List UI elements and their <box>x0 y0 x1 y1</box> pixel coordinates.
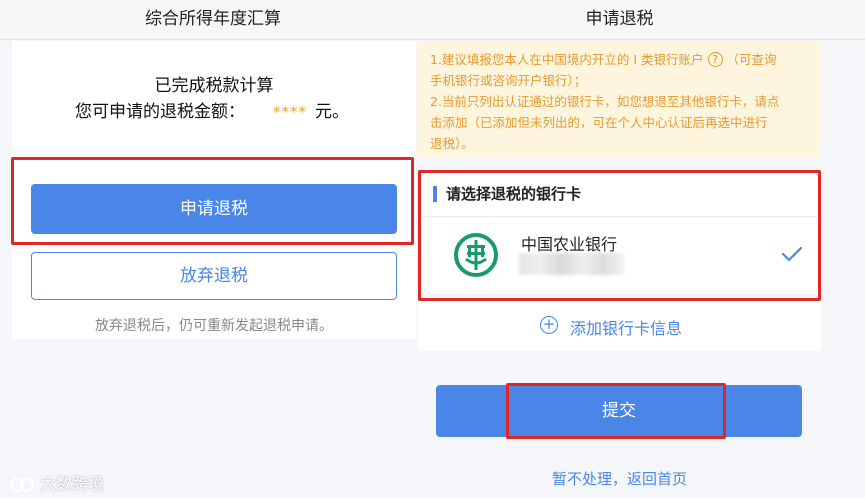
refund-label: 您可申请的退税金额： <box>75 102 245 122</box>
watermark-text: 大数跨境 <box>40 474 105 493</box>
page-title: 综合所得年度汇算 <box>145 9 281 29</box>
notice-box: 1.建议填报您本人在中国境内开立的 I 类银行账户 ? （可查询 手机银行或咨询… <box>418 41 821 157</box>
notice-line: 退税）。 <box>430 136 474 151</box>
highlight-box <box>11 157 414 245</box>
status-text: 已完成税款计算 <box>154 76 274 96</box>
give-up-refund-button[interactable]: 放弃退税 <box>31 252 397 300</box>
notice-text: 1.建议填报您本人在中国境内开立的 I 类银行账户 <box>430 52 704 67</box>
highlight-box <box>418 170 821 301</box>
notice-line: 1.建议填报您本人在中国境内开立的 I 类银行账户 ? （可查询 <box>430 49 809 70</box>
highlight-box <box>506 383 726 439</box>
add-bank-card-link[interactable]: 添加银行卡信息 <box>570 315 682 339</box>
help-icon[interactable]: ? <box>707 52 723 67</box>
notice-line: 2.当前只列出认证通过的银行卡，如您想退至其他银行卡，请点 <box>430 94 780 109</box>
watermark-logo-icon <box>8 476 36 494</box>
refund-amount-line: 您可申请的退税金额： **** 元。 <box>75 97 349 122</box>
notice-line: 手机银行或咨询开户银行）； <box>430 73 587 88</box>
refund-amount: **** <box>273 103 307 121</box>
page-title-right: 申请退税 <box>585 9 654 29</box>
back-to-home-link[interactable]: 暂不处理，返回首页 <box>418 468 821 489</box>
watermark: 大数跨境 <box>8 470 104 494</box>
plus-circle-icon[interactable]: + <box>540 316 558 334</box>
give-up-note: 放弃退税后，仍可重新发起退税申请。 <box>95 318 333 334</box>
notice-text: （可查询 <box>726 52 777 67</box>
notice-line: 击添加（已添加但未列出的，可在个人中心认证后再选中进行 <box>430 115 768 130</box>
refund-unit: 元。 <box>315 102 349 122</box>
